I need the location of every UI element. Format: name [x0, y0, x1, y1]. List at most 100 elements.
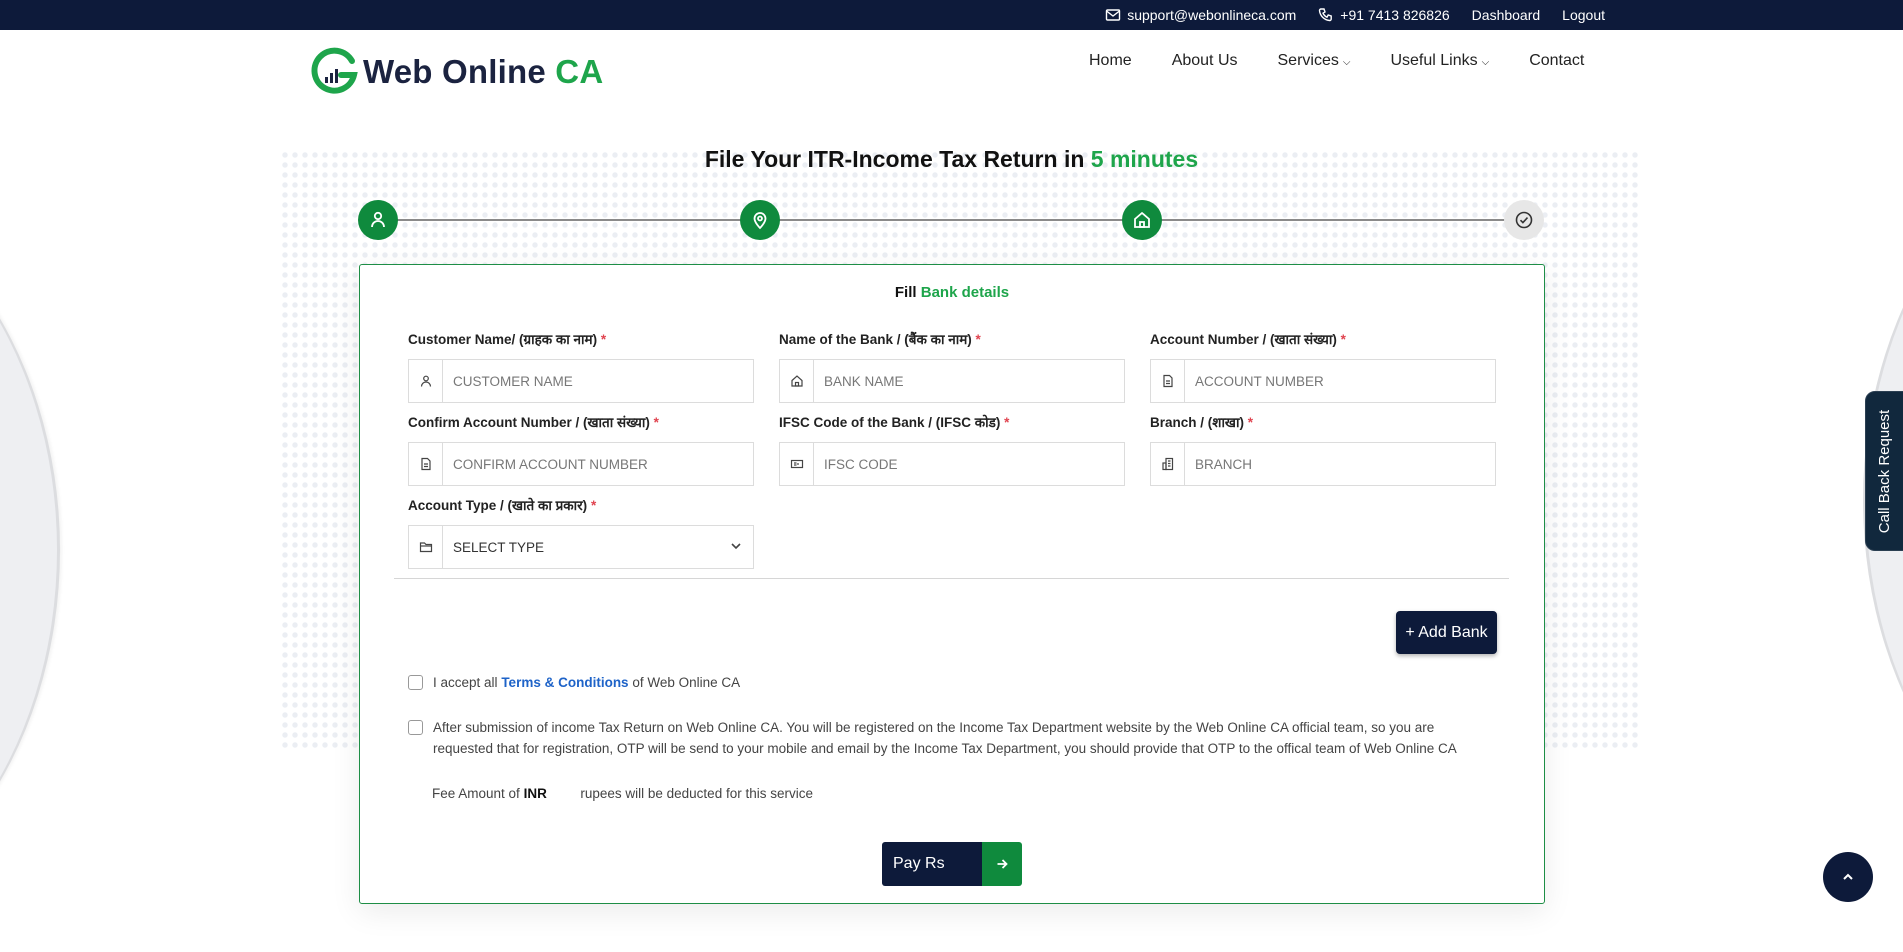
brand-name-main: Web Online: [363, 53, 546, 90]
arrow-right-icon: [982, 842, 1022, 886]
check-circle-icon: [1515, 211, 1533, 229]
bank-name-field: Name of the Bank / (बैंक का नाम) *: [779, 330, 1125, 403]
bank-name-input[interactable]: [814, 360, 1124, 402]
progress-stepper: [358, 200, 1544, 240]
nav-services[interactable]: Services ⌵: [1278, 52, 1351, 70]
chevron-up-icon: [1843, 873, 1853, 880]
top-bar: support@webonlineca.com +91 7413 826826 …: [0, 0, 1903, 30]
label-text: IFSC Code of the Bank / (IFSC कोड): [779, 415, 1001, 430]
terms-text: I accept all Terms & Conditions of Web O…: [433, 672, 740, 693]
terms-prefix: I accept all: [433, 675, 498, 690]
customer-name-label: Customer Name/ (ग्राहक का नाम) *: [408, 330, 754, 350]
confirm-account-number-label: Confirm Account Number / (खाता संख्या) *: [408, 413, 754, 433]
bank-name-label: Name of the Bank / (बैंक का नाम) *: [779, 330, 1125, 350]
user-icon: [409, 360, 443, 402]
label-text: Name of the Bank / (बैंक का नाम): [779, 332, 972, 347]
ifsc-code-label: IFSC Code of the Bank / (IFSC कोड) *: [779, 413, 1125, 433]
customer-name-field: Customer Name/ (ग्राहक का नाम) *: [408, 330, 754, 403]
main-nav: Home About Us Services ⌵ Useful Links ⌵ Co…: [1089, 52, 1584, 70]
location-pin-icon: [753, 212, 767, 230]
decorative-arc-left: [0, 170, 60, 930]
step-personal[interactable]: [358, 200, 398, 240]
ifsc-code-field: IFSC Code of the Bank / (IFSC कोड) *: [779, 413, 1125, 486]
card-heading-prefix: Fill: [894, 284, 917, 301]
otp-consent-checkbox[interactable]: [408, 720, 423, 735]
fee-suffix: rupees will be deducted for this service: [580, 786, 813, 801]
otp-notice-text: After submission of income Tax Return on…: [433, 720, 1457, 756]
fee-prefix: Fee Amount of: [432, 786, 520, 801]
stepper-line: [378, 219, 1524, 221]
nav-about-us[interactable]: About Us: [1172, 52, 1238, 70]
pay-button[interactable]: Pay Rs: [882, 842, 1022, 886]
terms-conditions-link[interactable]: Terms & Conditions: [501, 675, 628, 690]
document-icon: [409, 443, 443, 485]
branch-label: Branch / (शाखा) *: [1150, 413, 1496, 433]
bank-details-card: Fill Bank details Customer Name/ (ग्राहक…: [359, 264, 1545, 904]
fee-notice: Fee Amount of INR rupees will be deducte…: [432, 786, 813, 801]
form-divider: [394, 578, 1509, 579]
step-address[interactable]: [740, 200, 780, 240]
document-icon: [1151, 360, 1185, 402]
required-mark: *: [1247, 415, 1254, 430]
customer-name-input[interactable]: [443, 360, 753, 402]
logout-link[interactable]: Logout: [1562, 7, 1605, 23]
page-title: File Your ITR-Income Tax Return in 5 min…: [0, 146, 1903, 173]
account-number-input[interactable]: [1185, 360, 1495, 402]
account-type-select[interactable]: SELECT TYPE: [443, 526, 753, 568]
nav-label: Services: [1277, 52, 1339, 69]
add-bank-button[interactable]: + Add Bank: [1396, 611, 1497, 654]
nav-contact[interactable]: Contact: [1529, 52, 1584, 70]
brand-name-accent: CA: [555, 53, 604, 90]
scroll-to-top-button[interactable]: [1823, 852, 1873, 902]
home-icon: [1134, 211, 1150, 228]
phone-link[interactable]: +91 7413 826826: [1318, 7, 1450, 23]
site-header: Web Online CA Home About Us Services ⌵ Us…: [0, 30, 1903, 115]
required-mark: *: [1004, 415, 1010, 430]
step-complete[interactable]: [1504, 200, 1544, 240]
logo-mark-icon: [311, 47, 358, 94]
card-heading: Fill Bank details: [360, 284, 1544, 301]
support-email-link[interactable]: support@webonlineca.com: [1105, 7, 1296, 23]
terms-suffix: of Web Online CA: [632, 675, 741, 690]
call-back-request-tab[interactable]: Call Back Request: [1865, 391, 1903, 551]
chevron-down-icon: [729, 539, 743, 556]
pay-button-label: Pay Rs: [882, 842, 982, 886]
branch-field: Branch / (शाखा) *: [1150, 413, 1496, 486]
required-mark: *: [975, 332, 981, 347]
dashboard-link[interactable]: Dashboard: [1472, 7, 1541, 23]
nav-home[interactable]: Home: [1089, 52, 1132, 70]
page-title-highlight: 5 minutes: [1090, 146, 1199, 172]
building-icon: [1151, 443, 1185, 485]
nav-label: Useful Links: [1390, 52, 1478, 69]
nav-label: Home: [1089, 52, 1132, 69]
home-icon: [780, 360, 814, 402]
id-card-icon: [780, 443, 814, 485]
folder-icon: [409, 526, 443, 568]
ifsc-code-input[interactable]: [814, 443, 1124, 485]
label-text: Branch / (शाखा): [1150, 415, 1244, 430]
chevron-down-icon: ⌵: [1342, 56, 1351, 68]
confirm-account-number-input[interactable]: [443, 443, 753, 485]
fee-currency: INR: [523, 786, 547, 801]
step-bank[interactable]: [1122, 200, 1162, 240]
account-number-field: Account Number / (खाता संख्या) *: [1150, 330, 1496, 403]
required-mark: *: [600, 332, 607, 347]
label-text: Confirm Account Number / (खाता संख्या): [408, 415, 650, 430]
nav-useful-links[interactable]: Useful Links ⌵: [1390, 52, 1489, 70]
branch-input[interactable]: [1185, 443, 1495, 485]
required-mark: *: [590, 498, 597, 513]
brand-logo[interactable]: Web Online CA: [309, 47, 603, 97]
account-type-label: Account Type / (खाते का प्रकार) *: [408, 496, 754, 516]
terms-checkbox[interactable]: [408, 675, 423, 690]
otp-consent-row: After submission of income Tax Return on…: [408, 717, 1493, 759]
mail-icon: [1105, 9, 1121, 21]
phone-number: +91 7413 826826: [1340, 7, 1450, 23]
chevron-down-icon: ⌵: [1481, 56, 1490, 68]
account-type-field: Account Type / (खाते का प्रकार) * SELECT…: [408, 496, 754, 569]
label-text: Account Type / (खाते का प्रकार): [408, 498, 588, 513]
call-back-label: Call Back Request: [1876, 409, 1894, 533]
nav-label: About Us: [1171, 52, 1238, 69]
card-heading-highlight: Bank details: [920, 284, 1010, 301]
label-text: Account Number / (खाता संख्या): [1150, 332, 1337, 347]
terms-row: I accept all Terms & Conditions of Web O…: [408, 672, 740, 693]
